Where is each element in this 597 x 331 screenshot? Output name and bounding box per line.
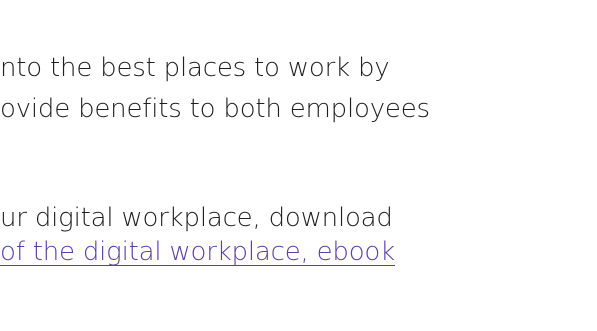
paragraph-2-line-1: ur digital workplace, download (0, 203, 393, 233)
paragraph-1-line-1: nto the best places to work by (0, 53, 390, 83)
paragraph-2-line-2: of the digital workplace, ebook (0, 239, 395, 265)
article-body: nto the best places to work by ovide ben… (0, 0, 597, 331)
ebook-download-link[interactable]: of the digital workplace, ebook (0, 237, 395, 267)
paragraph-1-line-2: ovide benefits to both employees (0, 94, 430, 124)
